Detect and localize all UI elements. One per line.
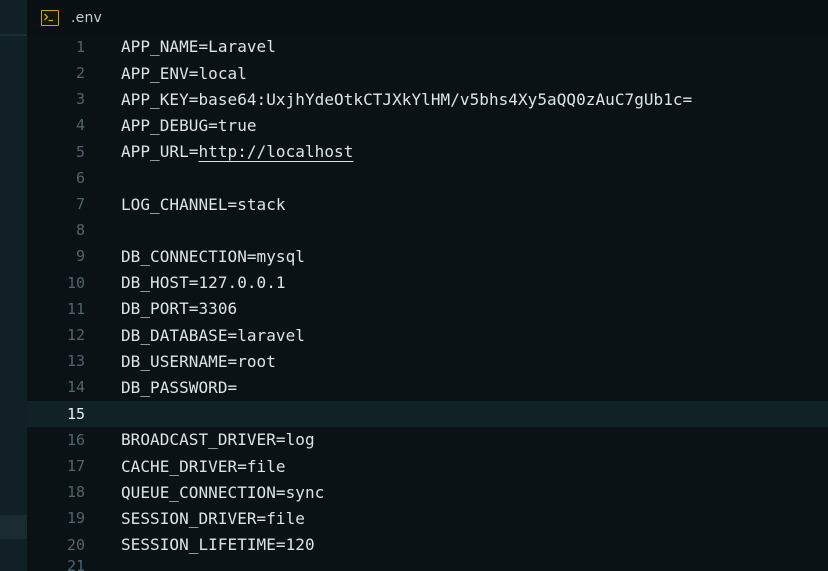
code-line[interactable]: 11 DB_PORT=3306 — [27, 296, 828, 322]
code-line[interactable]: 2 APP_ENV=local — [27, 60, 828, 86]
line-number: 19 — [66, 509, 85, 528]
line-text[interactable]: DB_DATABASE=laravel — [121, 326, 305, 345]
sidebar-divider — [0, 34, 27, 36]
line-code-text: LOG_CHANNEL=stack — [121, 194, 286, 214]
line-text[interactable]: CACHE_DRIVER=file — [121, 457, 286, 476]
line-text[interactable]: LOG_CHANNEL=stack — [121, 195, 286, 214]
line-code-text: BROADCAST_DRIVER=log — [121, 430, 315, 450]
line-number: 6 — [75, 168, 85, 187]
line-code-text: DB_CONNECTION=mysql — [121, 246, 305, 266]
line-number: 20 — [66, 535, 85, 554]
line-number: 4 — [75, 116, 85, 135]
line-code-text: APP_ENV=local — [121, 63, 247, 83]
line-code-text: SESSION_DRIVER=file — [121, 508, 305, 528]
line-code-text: APP_NAME=Laravel — [121, 37, 276, 57]
code-line[interactable]: 9 DB_CONNECTION=mysql — [27, 243, 828, 269]
line-number: 16 — [66, 430, 85, 449]
line-number: 18 — [66, 483, 85, 502]
line-text[interactable]: APP_URL=http://localhost — [121, 142, 353, 161]
line-code-text: QUEUE_CONNECTION=sync — [121, 482, 325, 502]
line-number: 14 — [66, 378, 85, 397]
line-code-text: SESSION_LIFETIME=120 — [121, 535, 315, 555]
line-text[interactable]: APP_DEBUG=true — [121, 116, 257, 135]
sidebar-selected-item[interactable] — [0, 515, 27, 539]
code-line[interactable]: 21 — [27, 556, 828, 571]
code-line[interactable]: 16 BROADCAST_DRIVER=log — [27, 427, 828, 453]
line-number: 17 — [66, 457, 85, 476]
line-code-text: CACHE_DRIVER=file — [121, 456, 286, 476]
code-line[interactable]: 13 DB_USERNAME=root — [27, 348, 828, 374]
line-text[interactable]: BROADCAST_DRIVER=log — [121, 430, 315, 449]
line-number: 2 — [75, 64, 85, 83]
code-line[interactable]: 20 SESSION_LIFETIME=120 — [27, 532, 828, 558]
line-text[interactable]: APP_ENV=local — [121, 64, 247, 83]
sidebar-panel[interactable] — [0, 0, 27, 571]
code-line[interactable]: 8 — [27, 217, 828, 243]
line-number: 7 — [75, 195, 85, 214]
line-text[interactable]: DB_USERNAME=root — [121, 352, 276, 371]
line-text[interactable]: DB_CONNECTION=mysql — [121, 247, 305, 266]
line-number: 10 — [66, 273, 85, 292]
code-line[interactable]: 18 QUEUE_CONNECTION=sync — [27, 479, 828, 505]
line-code-text: APP_URL= — [121, 142, 199, 162]
line-text[interactable]: QUEUE_CONNECTION=sync — [121, 483, 324, 502]
line-number: 11 — [66, 299, 85, 318]
line-text[interactable]: DB_PASSWORD= — [121, 378, 237, 397]
line-code-text: DB_PORT=3306 — [121, 299, 238, 319]
line-text[interactable]: DB_PORT=3306 — [121, 299, 237, 318]
line-number: 12 — [66, 326, 85, 345]
line-code-text: APP_DEBUG=true — [121, 115, 257, 135]
tab-label: .env — [71, 10, 103, 26]
line-text[interactable]: SESSION_DRIVER=file — [121, 509, 305, 528]
line-number: 3 — [75, 90, 85, 109]
terminal-icon — [41, 10, 59, 26]
code-line[interactable]: 1 APP_NAME=Laravel — [27, 34, 828, 60]
tab-bar: .env — [27, 0, 828, 36]
code-editor[interactable]: 1 APP_NAME=Laravel 2 APP_ENV=local 3 APP_KEY=… — [27, 35, 828, 571]
code-line[interactable]: 10 DB_HOST=127.0.0.1 — [27, 270, 828, 296]
line-number: 21 — [66, 556, 85, 571]
line-code-text: DB_DATABASE=laravel — [121, 325, 305, 345]
line-number: 8 — [75, 221, 85, 240]
code-line[interactable]: 5 APP_URL=http://localhost — [27, 139, 828, 165]
tab-env-file[interactable]: .env — [41, 7, 102, 29]
line-code-text: DB_HOST=127.0.0.1 — [121, 273, 286, 293]
line-code-text: APP_KEY=base64:UxjhYdeOtkCTJXkYlHM/v5bhs… — [121, 89, 693, 109]
line-text[interactable]: DB_HOST=127.0.0.1 — [121, 273, 286, 292]
url-link[interactable]: http://localhost — [198, 142, 353, 161]
line-number: 9 — [75, 247, 85, 266]
editor-window: .env 1 APP_NAME=Laravel 2 APP_ENV=local 3 APP… — [0, 0, 828, 571]
line-number: 5 — [75, 142, 85, 161]
code-line[interactable]: 4 APP_DEBUG=true — [27, 112, 828, 138]
code-line-current[interactable]: 15 — [27, 400, 828, 427]
code-line[interactable]: 14 DB_PASSWORD= — [27, 374, 828, 400]
code-line[interactable]: 6 — [27, 165, 828, 191]
code-line[interactable]: 12 DB_DATABASE=laravel — [27, 322, 828, 348]
line-code-text: DB_USERNAME=root — [121, 351, 276, 371]
line-code-text: DB_PASSWORD= — [121, 377, 238, 397]
code-line[interactable]: 17 CACHE_DRIVER=file — [27, 453, 828, 479]
line-number: 1 — [75, 37, 85, 56]
line-text[interactable]: APP_KEY=base64:UxjhYdeOtkCTJXkYlHM/v5bhs… — [121, 90, 692, 109]
line-text[interactable]: SESSION_LIFETIME=120 — [121, 535, 315, 554]
code-line[interactable]: 7 LOG_CHANNEL=stack — [27, 191, 828, 217]
line-text[interactable]: APP_NAME=Laravel — [121, 37, 276, 56]
code-line[interactable]: 3 APP_KEY=base64:UxjhYdeOtkCTJXkYlHM/v5bh… — [27, 86, 828, 112]
line-number: 13 — [66, 352, 85, 371]
line-number: 15 — [66, 404, 85, 423]
code-line[interactable]: 19 SESSION_DRIVER=file — [27, 505, 828, 531]
